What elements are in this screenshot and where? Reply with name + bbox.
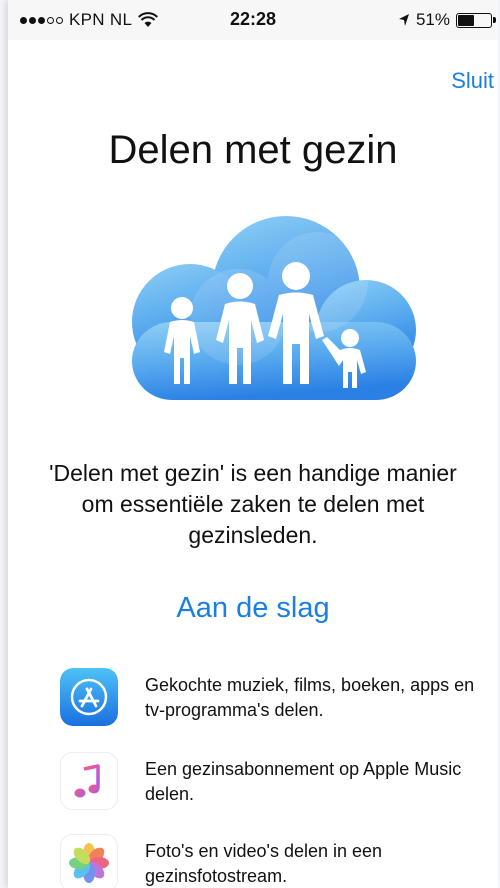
- status-bar-right: 51%: [398, 10, 496, 30]
- photos-icon: [60, 834, 118, 888]
- feature-item-purchases: Gekochte muziek, films, boeken, apps en …: [60, 668, 488, 728]
- get-started-button[interactable]: Aan de slag: [8, 592, 498, 625]
- page-title: Delen met gezin: [108, 128, 398, 172]
- apple-music-icon: [60, 752, 118, 810]
- feature-text: Gekochte muziek, films, boeken, apps en …: [145, 675, 475, 720]
- family-cloud-icon: [132, 216, 416, 400]
- feature-text: Een gezinsabonnement op Apple Music dele…: [145, 759, 462, 804]
- family-sharing-screen: KPN NL 22:28 51% Sluit Delen met gezin '…: [8, 0, 498, 888]
- location-arrow-icon: [398, 14, 409, 26]
- close-button[interactable]: Sluit: [451, 68, 494, 94]
- battery-percentage: 51%: [415, 10, 450, 29]
- status-bar: KPN NL 22:28 51%: [8, 0, 498, 40]
- feature-item-photos: Foto's en video's delen in een gezinsfot…: [60, 834, 488, 888]
- battery-icon: [456, 12, 496, 28]
- app-store-icon: [60, 668, 118, 726]
- feature-item-apple-music: Een gezinsabonnement op Apple Music dele…: [60, 752, 488, 812]
- feature-text: Foto's en video's delen in een gezinsfot…: [145, 841, 383, 886]
- battery-level-fill: [458, 14, 475, 26]
- description-text: 'Delen met gezin' is een handige manier …: [49, 460, 457, 548]
